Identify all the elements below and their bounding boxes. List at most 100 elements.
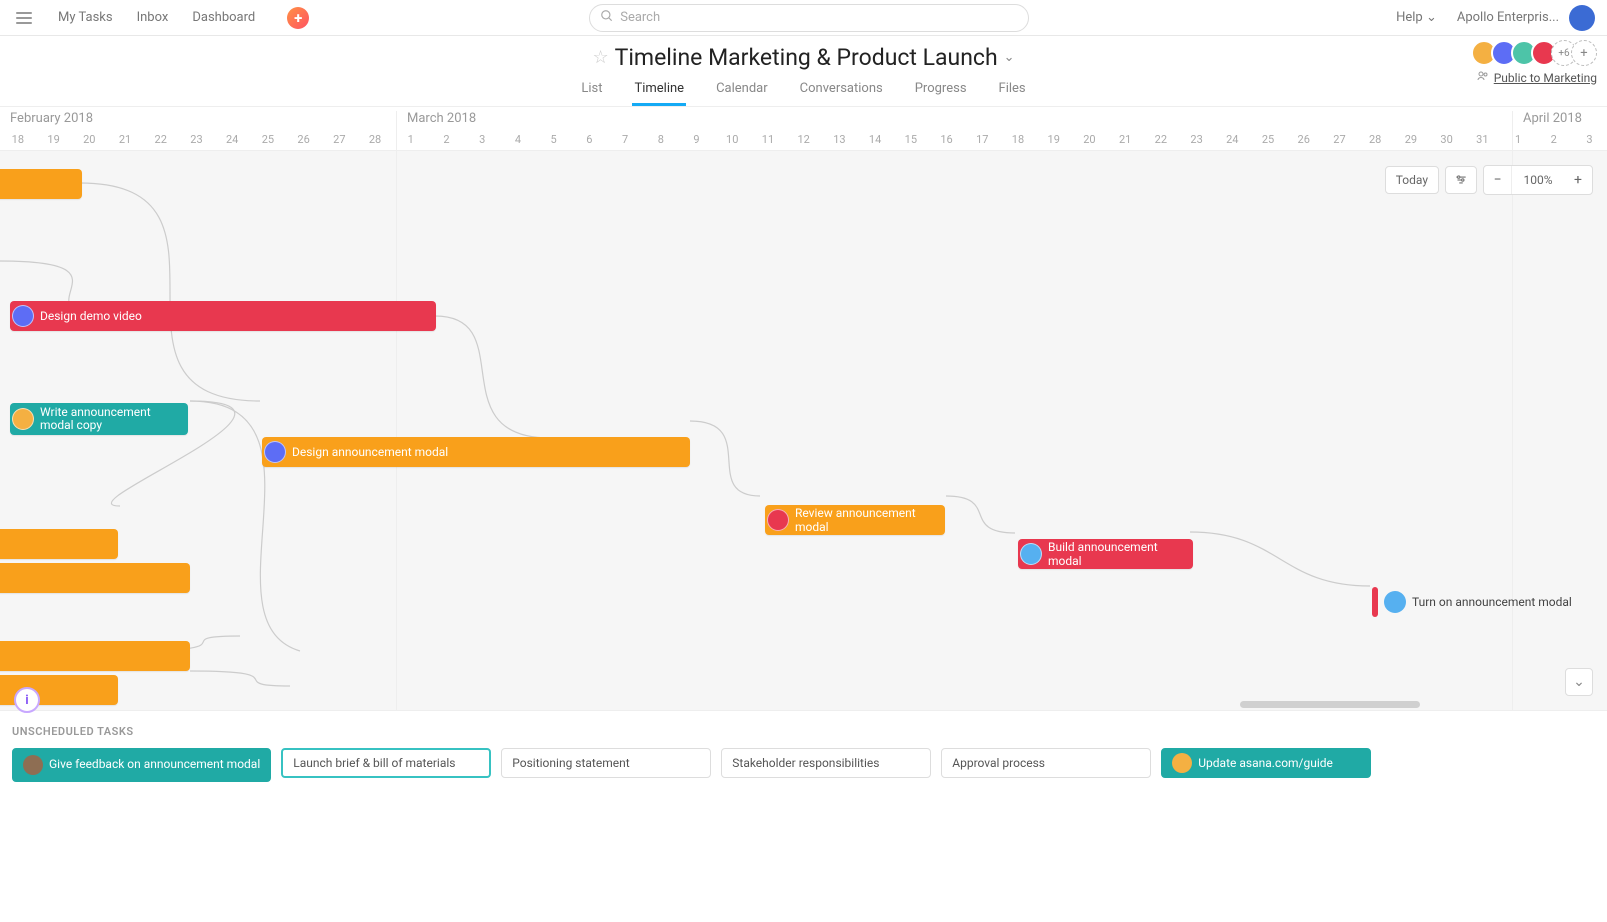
nav-inbox[interactable]: Inbox bbox=[137, 10, 169, 25]
tab-timeline[interactable]: Timeline bbox=[632, 77, 686, 106]
task-bar-design-modal[interactable]: Design announcement modal bbox=[262, 437, 690, 467]
nav-dashboard[interactable]: Dashboard bbox=[192, 10, 255, 25]
day-label: 20 bbox=[1072, 133, 1108, 146]
add-member-button[interactable]: + bbox=[1571, 40, 1597, 66]
favorite-star-icon[interactable]: ☆ bbox=[592, 47, 608, 68]
assignee-avatar bbox=[1384, 591, 1406, 613]
unscheduled-card-brief[interactable]: Launch brief & bill of materials bbox=[281, 748, 491, 778]
user-avatar[interactable] bbox=[1569, 5, 1595, 31]
day-label: 28 bbox=[357, 133, 393, 146]
people-icon bbox=[1476, 70, 1490, 85]
day-label: 19 bbox=[36, 133, 72, 146]
day-label: 27 bbox=[321, 133, 357, 146]
card-label: Launch brief & bill of materials bbox=[293, 756, 455, 770]
day-label: 20 bbox=[71, 133, 107, 146]
task-label: Write announcement modal copy bbox=[40, 406, 182, 432]
card-label: Positioning statement bbox=[512, 756, 629, 770]
global-add-button[interactable]: + bbox=[287, 7, 309, 29]
info-badge[interactable]: i bbox=[14, 687, 40, 713]
unscheduled-card-stakeholders[interactable]: Stakeholder responsibilities bbox=[721, 748, 931, 778]
tab-files[interactable]: Files bbox=[997, 77, 1028, 106]
day-label: 3 bbox=[1572, 133, 1607, 146]
global-search[interactable]: Search bbox=[589, 4, 1029, 32]
assignee-avatar bbox=[264, 441, 286, 463]
day-label: 14 bbox=[857, 133, 893, 146]
tab-list[interactable]: List bbox=[579, 77, 604, 106]
day-label: 23 bbox=[179, 133, 215, 146]
zoom-in-button[interactable]: + bbox=[1564, 166, 1592, 194]
day-label: 16 bbox=[929, 133, 965, 146]
unscheduled-card-update-guide[interactable]: Update asana.com/guide bbox=[1161, 748, 1371, 778]
task-bar-build-modal[interactable]: Build announcement modal bbox=[1018, 539, 1193, 569]
day-label: 27 bbox=[1322, 133, 1358, 146]
task-label: Review announcement modal bbox=[795, 506, 939, 534]
day-label: 4 bbox=[500, 133, 536, 146]
card-label: Update asana.com/guide bbox=[1198, 756, 1333, 770]
card-label: Give feedback on announcement modal bbox=[49, 758, 260, 772]
assignee-avatar bbox=[12, 305, 34, 327]
day-label: 13 bbox=[822, 133, 858, 146]
task-label: Design demo video bbox=[40, 309, 142, 323]
day-label: 25 bbox=[1250, 133, 1286, 146]
timeline-canvas[interactable]: Today − 100% + Design demo video Write a… bbox=[0, 151, 1607, 711]
day-label: 2 bbox=[1536, 133, 1572, 146]
day-label: 24 bbox=[1214, 133, 1250, 146]
task-label: Turn on announcement modal bbox=[1412, 595, 1572, 609]
day-label: 2 bbox=[429, 133, 465, 146]
day-label: 18 bbox=[0, 133, 36, 146]
card-label: Stakeholder responsibilities bbox=[732, 756, 879, 770]
task-bar-tiny bbox=[1372, 587, 1378, 617]
task-bar[interactable] bbox=[0, 169, 82, 199]
card-label: Approval process bbox=[952, 756, 1045, 770]
zoom-out-button[interactable]: − bbox=[1484, 166, 1512, 194]
tab-conversations[interactable]: Conversations bbox=[798, 77, 885, 106]
task-turn-on-modal[interactable]: Turn on announcement modal bbox=[1372, 587, 1572, 617]
zoom-level: 100% bbox=[1512, 166, 1564, 194]
day-label: 26 bbox=[1286, 133, 1322, 146]
help-menu[interactable]: Help ⌄ bbox=[1396, 10, 1437, 25]
task-bar[interactable] bbox=[0, 563, 190, 593]
assignee-avatar bbox=[1020, 543, 1042, 565]
day-label: 21 bbox=[1107, 133, 1143, 146]
day-label: 15 bbox=[893, 133, 929, 146]
horizontal-scrollbar[interactable] bbox=[1240, 701, 1420, 708]
day-label: 12 bbox=[786, 133, 822, 146]
search-icon bbox=[600, 9, 614, 27]
unscheduled-card-positioning[interactable]: Positioning statement bbox=[501, 748, 711, 778]
task-bar[interactable] bbox=[0, 529, 118, 559]
project-dropdown-icon[interactable]: ⌄ bbox=[1004, 50, 1015, 65]
tab-progress[interactable]: Progress bbox=[913, 77, 969, 106]
unscheduled-card-approval[interactable]: Approval process bbox=[941, 748, 1151, 778]
unscheduled-card-feedback[interactable]: Give feedback on announcement modal bbox=[12, 748, 271, 782]
visibility-link[interactable]: Public to Marketing bbox=[1494, 71, 1597, 85]
project-title[interactable]: Timeline Marketing & Product Launch bbox=[615, 44, 998, 71]
day-label: 17 bbox=[964, 133, 1000, 146]
today-button[interactable]: Today bbox=[1385, 166, 1439, 194]
task-label: Design announcement modal bbox=[292, 445, 448, 459]
day-label: 28 bbox=[1357, 133, 1393, 146]
hamburger-menu[interactable] bbox=[16, 7, 38, 29]
assignee-avatar bbox=[1172, 753, 1192, 773]
filter-button[interactable] bbox=[1445, 166, 1477, 194]
day-label: 26 bbox=[286, 133, 322, 146]
task-bar-review-modal[interactable]: Review announcement modal bbox=[765, 505, 945, 535]
day-label: 25 bbox=[250, 133, 286, 146]
day-label: 21 bbox=[107, 133, 143, 146]
day-label: 19 bbox=[1036, 133, 1072, 146]
assignee-avatar bbox=[23, 755, 43, 775]
day-label: 31 bbox=[1464, 133, 1500, 146]
day-label: 6 bbox=[572, 133, 608, 146]
tab-calendar[interactable]: Calendar bbox=[714, 77, 770, 106]
workspace-menu[interactable]: Apollo Enterpris... bbox=[1457, 10, 1559, 25]
day-label: 8 bbox=[643, 133, 679, 146]
day-label: 7 bbox=[607, 133, 643, 146]
task-label: Build announcement modal bbox=[1048, 540, 1187, 568]
task-bar-write-copy[interactable]: Write announcement modal copy bbox=[10, 403, 188, 435]
nav-my-tasks[interactable]: My Tasks bbox=[58, 10, 113, 25]
expand-down-button[interactable]: ⌄ bbox=[1565, 668, 1593, 696]
day-label: 3 bbox=[464, 133, 500, 146]
day-label: 1 bbox=[1500, 133, 1536, 146]
chevron-down-icon: ⌄ bbox=[1426, 10, 1437, 25]
task-bar-design-demo[interactable]: Design demo video bbox=[10, 301, 436, 331]
task-bar[interactable] bbox=[0, 641, 190, 671]
